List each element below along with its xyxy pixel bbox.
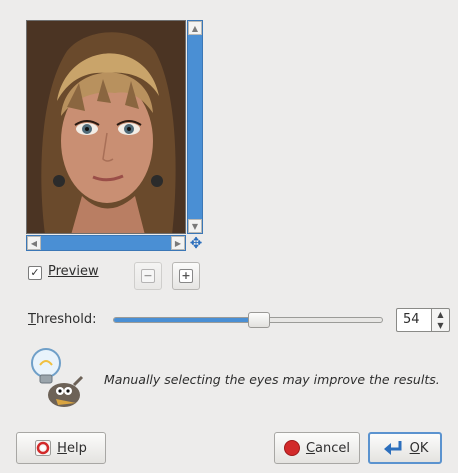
cancel-stop-icon <box>283 440 300 456</box>
zoom-in-icon: + <box>179 269 193 283</box>
ok-button[interactable]: OK <box>368 432 442 464</box>
help-label: Help <box>57 440 87 456</box>
preview-checkbox[interactable]: ✓ <box>28 266 42 280</box>
navigate-icon[interactable]: ✥ <box>188 235 204 251</box>
portrait-photo <box>27 21 185 233</box>
threshold-label: Threshold: <box>28 312 97 327</box>
scroll-right-arrow-icon[interactable]: ▶ <box>171 236 185 250</box>
cancel-label: Cancel <box>305 440 351 456</box>
scroll-left-arrow-icon[interactable]: ◀ <box>27 236 41 250</box>
preview-controls: ✓ Preview − + <box>28 262 208 290</box>
zoom-out-button[interactable]: − <box>134 262 162 290</box>
hint-text: Manually selecting the eyes may improve … <box>104 372 440 387</box>
threshold-slider-handle[interactable] <box>247 312 270 328</box>
scroll-down-arrow-icon[interactable]: ▼ <box>188 219 202 233</box>
scroll-up-arrow-icon[interactable]: ▲ <box>188 21 202 35</box>
zoom-out-icon: − <box>141 269 155 283</box>
threshold-row: Threshold: 54 ▲ ▼ <box>28 308 452 334</box>
preview-area: ▲ ▼ ◀ ▶ ✥ <box>26 20 204 252</box>
vertical-scrollbar[interactable]: ▲ ▼ <box>187 20 203 234</box>
ok-enter-arrow-icon <box>383 441 402 455</box>
preview-label[interactable]: Preview <box>48 264 99 279</box>
ok-label: OK <box>409 440 429 456</box>
cancel-button[interactable]: Cancel <box>274 432 360 464</box>
preview-image[interactable] <box>26 20 186 234</box>
threshold-slider-fill <box>114 318 260 322</box>
wilber-lightbulb-icon <box>28 347 86 411</box>
spin-up-icon[interactable]: ▲ <box>432 309 449 320</box>
threshold-spin-buttons[interactable]: ▲ ▼ <box>432 308 450 332</box>
threshold-value-input[interactable]: 54 <box>396 308 432 332</box>
help-lifebuoy-icon <box>35 440 52 456</box>
zoom-in-button[interactable]: + <box>172 262 200 290</box>
spin-down-icon[interactable]: ▼ <box>432 320 449 331</box>
horizontal-scrollbar[interactable]: ◀ ▶ <box>26 235 186 251</box>
help-button[interactable]: Help <box>16 432 106 464</box>
